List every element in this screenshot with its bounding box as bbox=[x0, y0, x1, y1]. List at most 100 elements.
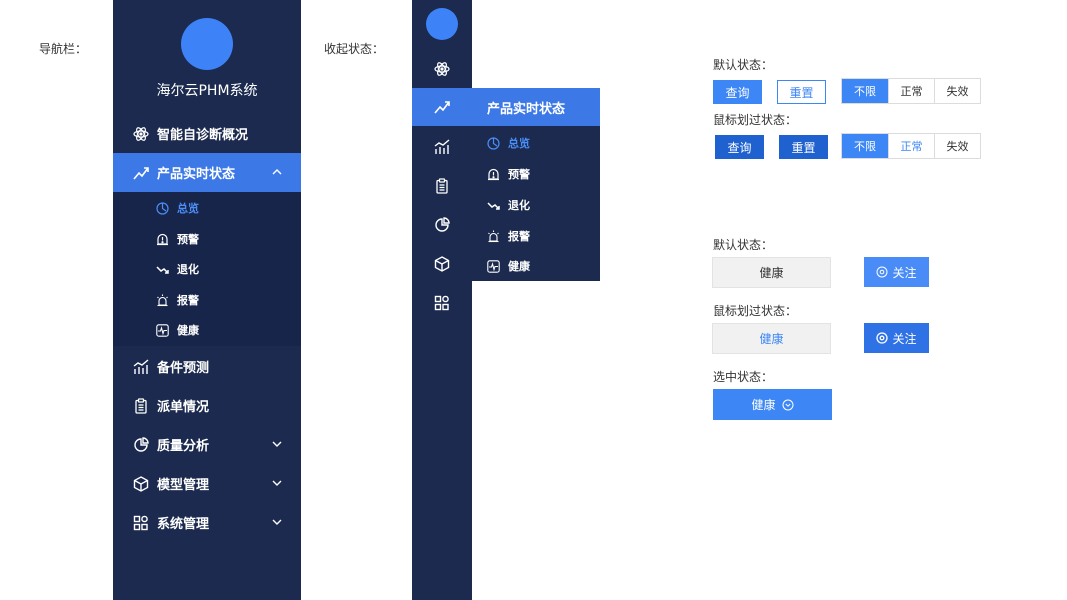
pie-clock-icon bbox=[156, 201, 169, 215]
sub-label-overview: 总览 bbox=[177, 202, 199, 215]
nav-item-realtime[interactable]: 产品实时状态 bbox=[113, 153, 301, 192]
sidebar: 海尔云PHM系统 智能自诊断概况 产品实时状态 总览 预警 退化 报警 健康 备… bbox=[113, 0, 301, 600]
flyout-label-alarm: 报警 bbox=[508, 230, 530, 243]
cube-icon bbox=[133, 475, 149, 492]
mini-item-dispatch[interactable] bbox=[412, 167, 472, 205]
sub-item-alarm[interactable]: 报警 bbox=[113, 285, 301, 315]
alarm-light-icon bbox=[487, 230, 500, 243]
chevron-down-icon bbox=[271, 516, 283, 528]
chevron-down-icon bbox=[271, 477, 283, 489]
filter-failed[interactable]: 失效 bbox=[934, 79, 980, 103]
pie-icon bbox=[133, 436, 149, 453]
collapsed-sidebar bbox=[412, 0, 472, 600]
chevron-circle-down-icon bbox=[782, 399, 794, 411]
follow-button-hover[interactable]: 关注 bbox=[864, 323, 929, 353]
flyout-item-overview[interactable]: 总览 bbox=[472, 128, 600, 158]
hover-state-label: 鼠标划过状态： bbox=[713, 113, 798, 127]
brand-title: 海尔云PHM系统 bbox=[156, 83, 258, 99]
nav-item-system[interactable]: 系统管理 bbox=[113, 503, 301, 542]
sub-label-degrade: 退化 bbox=[177, 263, 199, 276]
flyout-menu: 产品实时状态 总览 预警 退化 报警 健康 bbox=[472, 88, 600, 281]
cube-icon bbox=[434, 256, 450, 272]
nav-label-dispatch: 派单情况 bbox=[157, 400, 210, 415]
collapsed-label: 收起状态： bbox=[324, 42, 385, 56]
pie-clock-icon bbox=[487, 136, 500, 150]
nav-label-realtime: 产品实时状态 bbox=[157, 167, 236, 182]
hover-state-label-2: 鼠标划过状态： bbox=[713, 304, 798, 318]
filter-normal[interactable]: 正常 bbox=[888, 79, 934, 103]
filter-normal[interactable]: 正常 bbox=[888, 134, 934, 158]
mini-item-realtime[interactable] bbox=[412, 88, 472, 126]
nav-item-model[interactable]: 模型管理 bbox=[113, 464, 301, 503]
query-button-hover[interactable]: 查询 bbox=[715, 135, 764, 159]
heartbeat-icon bbox=[487, 259, 500, 273]
flyout-item-warning[interactable]: 预警 bbox=[472, 159, 600, 189]
heartbeat-icon bbox=[156, 323, 169, 337]
follow-label: 关注 bbox=[892, 265, 917, 280]
sub-label-health: 健康 bbox=[177, 324, 199, 337]
clipboard-icon bbox=[133, 397, 149, 414]
follow-label: 关注 bbox=[892, 331, 917, 346]
bar-trend-icon bbox=[133, 358, 149, 375]
health-label: 健康 bbox=[751, 398, 776, 412]
mini-item-parts[interactable] bbox=[412, 128, 472, 166]
sub-item-degrade[interactable]: 退化 bbox=[113, 254, 301, 284]
logo bbox=[426, 8, 458, 40]
trend-line-icon bbox=[133, 165, 149, 181]
filter-failed[interactable]: 失效 bbox=[934, 134, 980, 158]
mini-item-overview[interactable] bbox=[412, 50, 472, 88]
nav-item-parts[interactable]: 备件预测 bbox=[113, 347, 301, 386]
alarm-light-icon bbox=[156, 294, 169, 307]
eye-icon bbox=[876, 332, 889, 344]
mini-item-system[interactable] bbox=[412, 284, 472, 322]
down-trend-icon bbox=[156, 263, 169, 276]
flyout-label-warning: 预警 bbox=[508, 168, 530, 181]
submenu: 总览 预警 退化 报警 健康 bbox=[113, 192, 301, 346]
flyout-item-health[interactable]: 健康 bbox=[472, 251, 600, 281]
filter-all[interactable]: 不限 bbox=[842, 134, 888, 158]
health-tag[interactable]: 健康 bbox=[712, 257, 831, 288]
flyout-item-degrade[interactable]: 退化 bbox=[472, 190, 600, 220]
health-tag-hover[interactable]: 健康 bbox=[712, 323, 831, 354]
flyout-label-overview: 总览 bbox=[508, 137, 530, 150]
follow-button[interactable]: 关注 bbox=[864, 257, 929, 287]
flyout-title[interactable]: 产品实时状态 bbox=[472, 88, 600, 126]
nav-item-quality[interactable]: 质量分析 bbox=[113, 425, 301, 464]
status-filter: 不限 正常 失效 bbox=[841, 78, 981, 104]
reset-button[interactable]: 重置 bbox=[777, 80, 826, 104]
trend-line-icon bbox=[434, 99, 450, 115]
nav-label-quality: 质量分析 bbox=[157, 439, 210, 454]
grid-icon bbox=[133, 515, 149, 531]
nav-item-overview[interactable]: 智能自诊断概况 bbox=[113, 114, 301, 153]
nav-item-dispatch[interactable]: 派单情况 bbox=[113, 386, 301, 425]
reset-button-hover[interactable]: 重置 bbox=[779, 135, 828, 159]
sub-item-warning[interactable]: 预警 bbox=[113, 224, 301, 254]
atom-icon bbox=[434, 61, 450, 77]
down-trend-icon bbox=[487, 199, 500, 212]
nav-label-parts: 备件预测 bbox=[157, 361, 210, 376]
filter-all[interactable]: 不限 bbox=[842, 79, 888, 103]
selected-state-label: 选中状态： bbox=[713, 370, 774, 384]
nav-label-system: 系统管理 bbox=[157, 517, 210, 532]
health-tag-selected[interactable]: 健康 bbox=[713, 389, 832, 420]
logo bbox=[181, 18, 233, 70]
sub-label-alarm: 报警 bbox=[177, 294, 199, 307]
query-button[interactable]: 查询 bbox=[713, 80, 762, 104]
mini-item-model[interactable] bbox=[412, 245, 472, 283]
flyout-item-alarm[interactable]: 报警 bbox=[472, 221, 600, 251]
pie-icon bbox=[434, 217, 450, 233]
sub-label-warning: 预警 bbox=[177, 233, 199, 246]
flyout-label-health: 健康 bbox=[508, 260, 530, 273]
sub-item-health[interactable]: 健康 bbox=[113, 315, 301, 345]
atom-icon bbox=[133, 126, 149, 142]
nav-label: 导航栏： bbox=[39, 42, 88, 56]
chevron-up-icon bbox=[271, 166, 283, 178]
mini-item-quality[interactable] bbox=[412, 206, 472, 244]
flyout-label-degrade: 退化 bbox=[508, 199, 530, 212]
default-state-label-2: 默认状态： bbox=[713, 238, 774, 252]
default-state-label: 默认状态： bbox=[713, 58, 774, 72]
sub-item-overview[interactable]: 总览 bbox=[113, 193, 301, 223]
chevron-down-icon bbox=[271, 438, 283, 450]
nav-label-overview: 智能自诊断概况 bbox=[157, 128, 249, 143]
nav-label-model: 模型管理 bbox=[157, 478, 210, 493]
